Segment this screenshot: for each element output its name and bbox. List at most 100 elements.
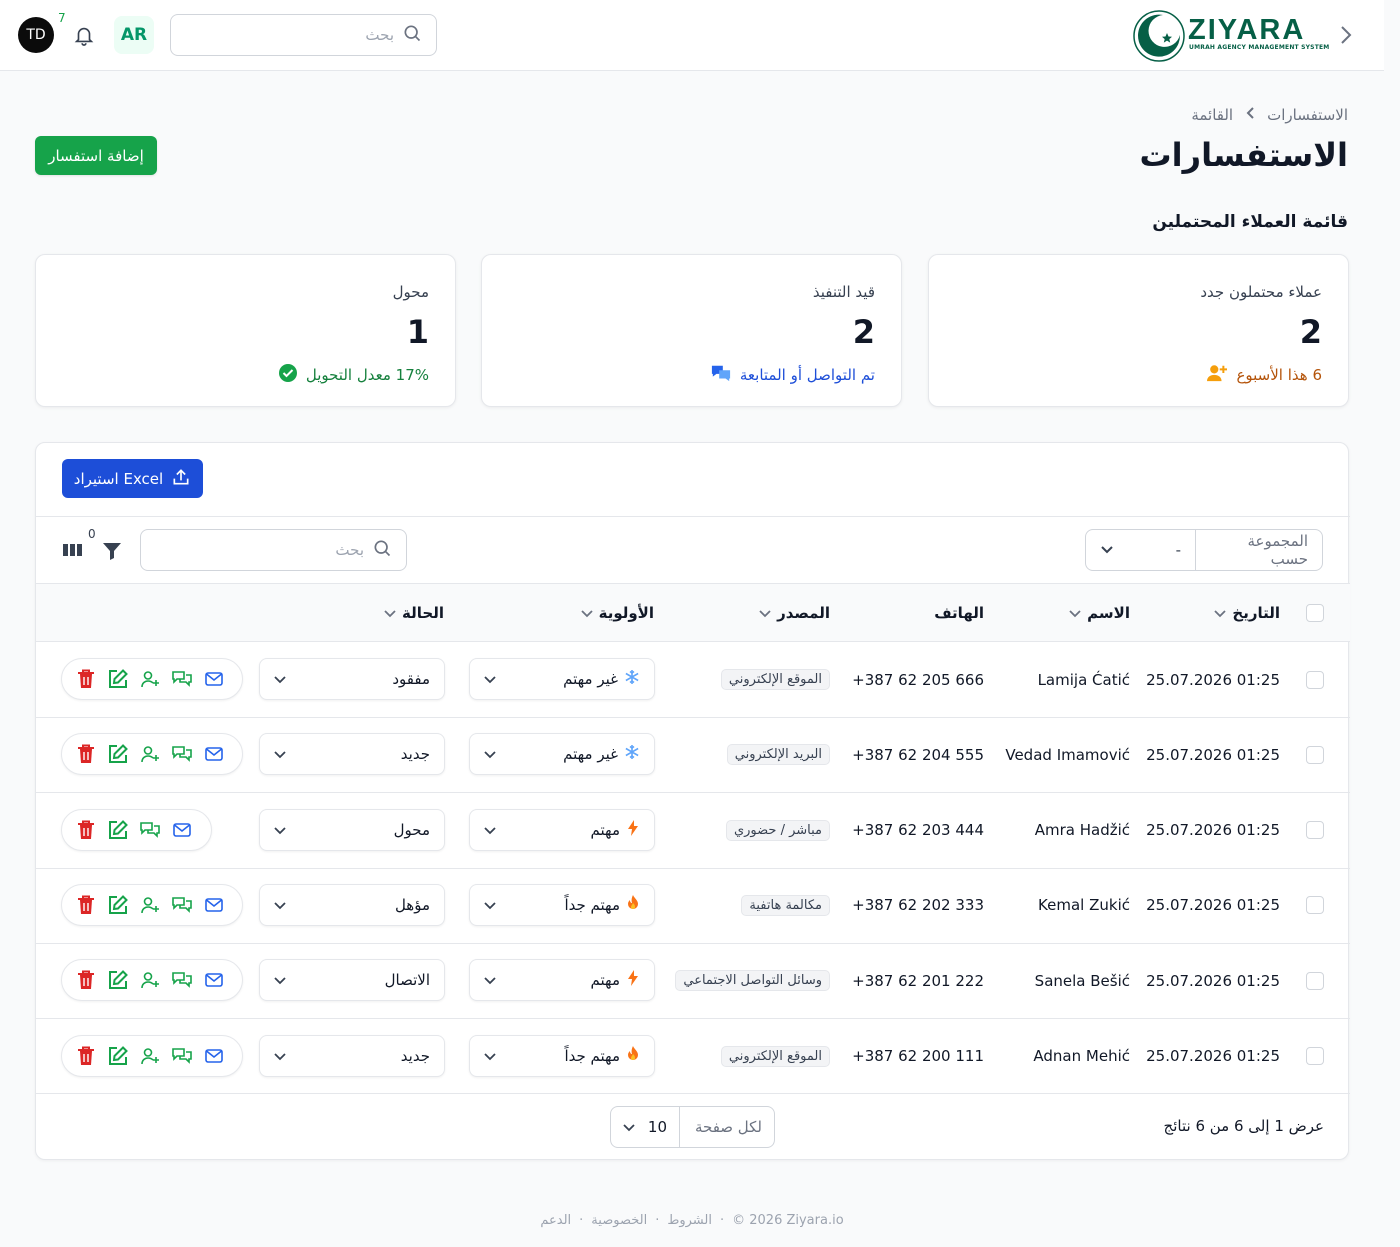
group-by-select[interactable]: المجموعة حسب -	[1085, 529, 1323, 571]
chat-icon[interactable]	[172, 1046, 192, 1066]
status-select[interactable]: محول	[259, 808, 445, 851]
edit-icon[interactable]	[108, 744, 128, 764]
import-excel-button[interactable]: استيراد Excel	[62, 459, 203, 498]
priority-select[interactable]: مهتم	[469, 808, 655, 851]
row-name[interactable]: Amra Hadžić	[1035, 793, 1130, 868]
global-search[interactable]: بحث	[170, 14, 437, 56]
language-switcher[interactable]: AR	[114, 16, 154, 54]
trash-icon[interactable]	[76, 970, 96, 990]
footer-support-link[interactable]: الدعم	[540, 1213, 571, 1228]
mail-icon[interactable]	[204, 744, 224, 764]
priority-value: مهتم جداً	[564, 895, 620, 914]
row-source: وسائل التواصل الاجتماعي	[675, 943, 830, 1018]
status-select[interactable]: مفقود	[259, 658, 445, 700]
status-select[interactable]: مؤهل	[259, 883, 445, 926]
mail-icon[interactable]	[204, 669, 224, 689]
row-name[interactable]: Vedad Imamović	[1005, 717, 1130, 792]
row-checkbox[interactable]	[1306, 717, 1324, 792]
mail-icon[interactable]	[172, 820, 192, 840]
row-phone: +387 62 200 111	[852, 1047, 984, 1065]
global-search-placeholder: بحث	[365, 26, 394, 44]
inquiries-table-panel: استيراد Excel المجموعة حسب - 0 بحث التار…	[35, 442, 1350, 1160]
edit-icon[interactable]	[108, 894, 128, 915]
row-phone: +387 62 203 444	[852, 821, 984, 840]
priority-value: مهتم جداً	[564, 1046, 620, 1065]
logo-text: ZIYARA	[1188, 14, 1306, 46]
chevron-down-icon	[384, 604, 396, 622]
column-date-label: التاريخ	[1232, 603, 1280, 622]
convert-user-icon[interactable]	[140, 744, 160, 764]
row-name[interactable]: Lamija Ćatić	[1038, 642, 1130, 717]
table-row: 25.07.2026 01:25 Kemal Zukić +387 62 202…	[36, 868, 1350, 943]
row-name[interactable]: Adnan Mehić	[1033, 1019, 1130, 1094]
row-name[interactable]: Sanela Bešić	[1035, 943, 1130, 1018]
snowflake-icon	[624, 744, 640, 764]
stat-label: محول	[392, 283, 429, 301]
priority-select[interactable]: غير مهتم	[469, 733, 655, 776]
priority-select[interactable]: مهتم جداً	[469, 1034, 655, 1077]
trash-icon[interactable]	[76, 1046, 96, 1066]
footer-privacy-link[interactable]: الخصوصية	[591, 1213, 647, 1228]
row-checkbox[interactable]	[1306, 868, 1324, 943]
select-all-checkbox[interactable]	[1306, 584, 1324, 641]
chat-icon[interactable]	[172, 895, 192, 915]
edit-icon[interactable]	[108, 970, 128, 990]
chevron-right-icon[interactable]	[1338, 24, 1354, 50]
priority-select[interactable]: غير مهتم	[469, 658, 655, 700]
user-avatar[interactable]: TD	[18, 17, 54, 53]
edit-icon[interactable]	[108, 669, 128, 689]
status-select[interactable]: جديد	[259, 1034, 445, 1077]
row-checkbox[interactable]	[1306, 793, 1324, 868]
per-page-select[interactable]: لكل صفحة 10	[610, 1106, 775, 1148]
status-select[interactable]: الاتصال	[259, 959, 445, 1002]
mail-icon[interactable]	[204, 1046, 224, 1066]
breadcrumb-root[interactable]: الاستفسارات	[1267, 106, 1348, 124]
chat-icon[interactable]	[172, 970, 192, 990]
trash-icon[interactable]	[76, 744, 96, 764]
filter-icon[interactable]	[102, 539, 122, 565]
table-search[interactable]: بحث	[140, 529, 407, 571]
column-source[interactable]: المصدر	[759, 584, 830, 641]
chat-icon[interactable]	[140, 820, 160, 840]
columns-icon[interactable]	[62, 539, 84, 563]
chevron-down-icon	[274, 896, 286, 914]
footer-separator: ·	[655, 1213, 660, 1228]
trash-icon[interactable]	[76, 820, 96, 840]
footer-terms-link[interactable]: الشروط	[667, 1213, 712, 1228]
trash-icon[interactable]	[76, 669, 96, 689]
row-date: 25.07.2026 01:25	[1146, 670, 1280, 689]
filter-count: 0	[88, 527, 96, 541]
edit-icon[interactable]	[108, 1045, 128, 1066]
chat-icon[interactable]	[172, 669, 192, 689]
status-select[interactable]: جديد	[259, 733, 445, 776]
column-priority[interactable]: الأولوية	[580, 584, 654, 641]
column-name[interactable]: الاسم	[1069, 584, 1130, 641]
priority-select[interactable]: مهتم	[469, 959, 655, 1002]
row-actions	[61, 808, 212, 851]
chevron-down-icon	[1214, 604, 1227, 622]
source-badge: الموقع الإلكتروني	[720, 669, 830, 690]
mail-icon[interactable]	[204, 970, 224, 990]
mail-icon[interactable]	[204, 895, 224, 915]
bell-icon[interactable]	[70, 20, 98, 50]
row-checkbox[interactable]	[1306, 642, 1324, 717]
row-name[interactable]: Kemal Zukić	[1038, 868, 1130, 943]
row-checkbox[interactable]	[1306, 943, 1324, 1018]
bolt-icon	[626, 819, 640, 840]
trash-icon[interactable]	[76, 895, 96, 915]
chat-icon[interactable]	[172, 744, 192, 764]
edit-icon[interactable]	[108, 819, 128, 840]
column-date[interactable]: التاريخ	[1214, 584, 1280, 641]
convert-user-icon[interactable]	[140, 669, 160, 689]
convert-user-icon[interactable]	[140, 1046, 160, 1066]
status-value: محول	[393, 820, 430, 839]
stat-label: قيد التنفيذ	[812, 283, 875, 301]
chevron-down-icon	[484, 896, 496, 914]
row-checkbox[interactable]	[1306, 1019, 1324, 1094]
chevron-down-icon	[274, 745, 286, 763]
column-status[interactable]: الحالة	[384, 584, 444, 641]
convert-user-icon[interactable]	[140, 895, 160, 915]
convert-user-icon[interactable]	[140, 970, 160, 990]
add-inquiry-button[interactable]: إضافة استفسار	[35, 136, 157, 175]
priority-select[interactable]: مهتم جداً	[469, 883, 655, 926]
